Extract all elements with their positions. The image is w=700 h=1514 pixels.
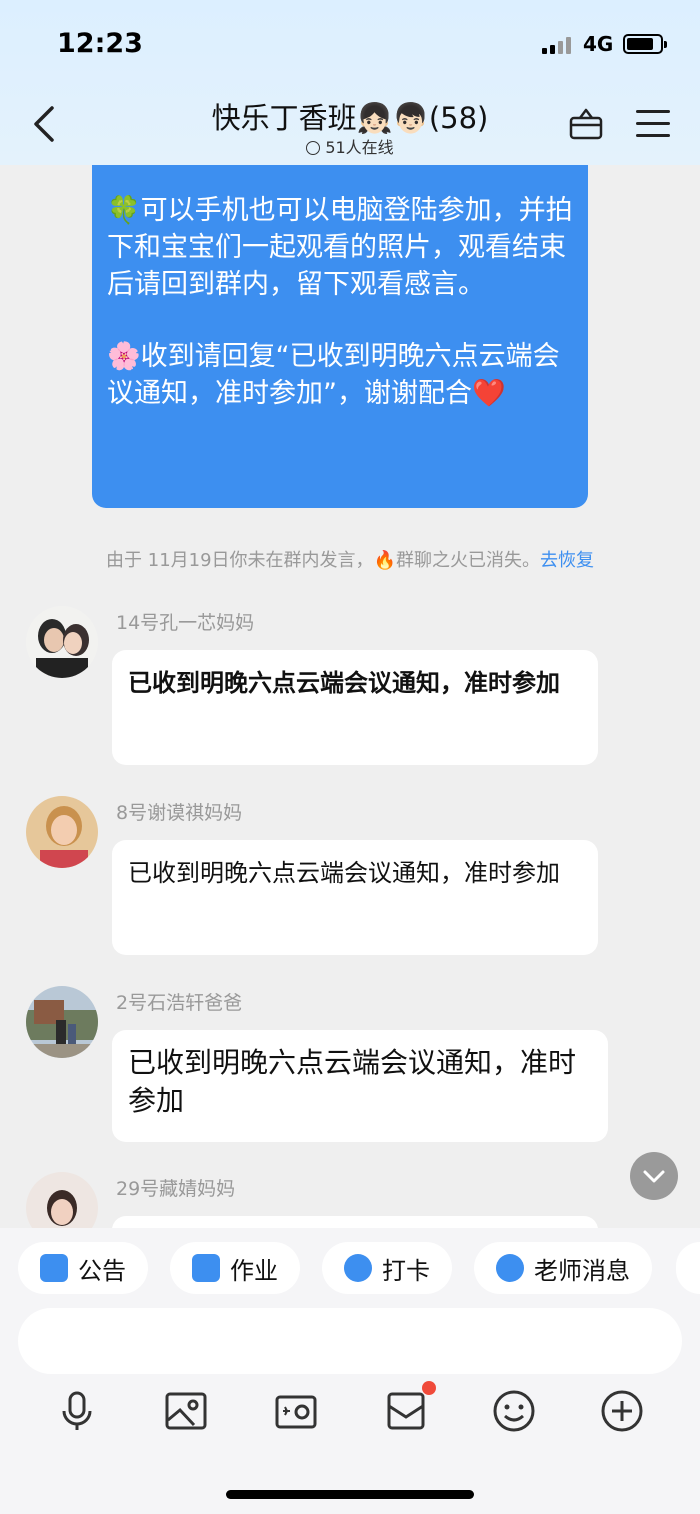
gift-box-icon bbox=[569, 108, 603, 140]
notification-dot bbox=[422, 1381, 436, 1395]
battery-icon bbox=[623, 34, 667, 54]
online-label: 51人在线 bbox=[325, 138, 394, 157]
quick-action-checkin[interactable]: 打卡 bbox=[322, 1242, 452, 1294]
message-bubble[interactable]: 已收到明晚六点云端会议通知，准时参加 bbox=[112, 840, 598, 955]
announcement-bubble[interactable]: 🍀可以手机也可以电脑登陆参加，并拍下和宝宝们一起观看的照片，观看结束后请回到群内… bbox=[92, 140, 588, 508]
quick-action-announcement[interactable]: 公告 bbox=[18, 1242, 148, 1294]
status-time: 12:23 bbox=[57, 28, 143, 59]
menu-button[interactable] bbox=[636, 110, 670, 138]
system-message: 由于 11月19日你未在群内发言，🔥群聊之火已消失。去恢复 bbox=[0, 546, 700, 572]
header: 12:23 4G 快乐丁香班👧🏻👦🏻(58) 51人在线 bbox=[0, 0, 700, 165]
avatar[interactable] bbox=[26, 606, 98, 678]
sender-name: 2号石浩轩爸爸 bbox=[116, 992, 243, 1014]
quick-action-label: 老师消息 bbox=[534, 1256, 630, 1285]
message-input[interactable] bbox=[18, 1308, 682, 1374]
homework-icon bbox=[192, 1254, 220, 1282]
microphone-icon bbox=[62, 1391, 92, 1430]
quick-action-teacher-message[interactable]: 老师消息 bbox=[474, 1242, 652, 1294]
announcement-paragraph-2: 🌸收到请回复“已收到明晚六点云端会议通知，准时参加”，谢谢配合❤️ bbox=[107, 341, 560, 409]
avatar[interactable] bbox=[26, 796, 98, 868]
quick-action-homework[interactable]: 作业 bbox=[170, 1242, 300, 1294]
message-bubble[interactable]: 已收到明晚六点云端会议通知，准时参加 bbox=[112, 650, 598, 765]
emoji-icon bbox=[493, 1390, 535, 1432]
announcement-paragraph-1: 🍀可以手机也可以电脑登陆参加，并拍下和宝宝们一起观看的照片，观看结束后请回到群内… bbox=[107, 195, 573, 300]
home-indicator[interactable] bbox=[226, 1490, 474, 1499]
teacher-icon bbox=[496, 1254, 524, 1282]
announcement-icon bbox=[40, 1254, 68, 1282]
signal-icon bbox=[542, 36, 574, 54]
message-bubble[interactable]: 已收到明晚六点云端会议通知，准时参加 bbox=[112, 1030, 608, 1142]
image-icon bbox=[165, 1392, 207, 1430]
system-message-text: 由于 11月19日你未在群内发言，🔥群聊之火已消失。 bbox=[106, 550, 540, 571]
microphone-button[interactable] bbox=[55, 1389, 99, 1433]
camera-button[interactable] bbox=[274, 1389, 318, 1433]
checkin-icon bbox=[344, 1254, 372, 1282]
sender-name: 8号谢谟祺妈妈 bbox=[116, 802, 243, 824]
quick-action-label: 公告 bbox=[78, 1256, 126, 1285]
plus-button[interactable] bbox=[600, 1389, 644, 1433]
restore-link[interactable]: 去恢复 bbox=[540, 550, 594, 571]
online-status-icon bbox=[306, 141, 321, 155]
sender-name: 14号孔一芯妈妈 bbox=[116, 612, 255, 634]
sender-name: 29号藏婧妈妈 bbox=[116, 1178, 236, 1200]
avatar[interactable] bbox=[26, 986, 98, 1058]
envelope-button[interactable] bbox=[384, 1381, 436, 1433]
quick-action-label: 作业 bbox=[230, 1256, 278, 1285]
network-type: 4G bbox=[583, 32, 614, 56]
scroll-down-button[interactable] bbox=[630, 1152, 678, 1200]
camera-icon bbox=[275, 1395, 317, 1429]
chevron-down-icon bbox=[643, 1170, 665, 1183]
image-button[interactable] bbox=[164, 1389, 208, 1433]
plus-icon bbox=[601, 1390, 643, 1432]
emoji-button[interactable] bbox=[492, 1389, 536, 1433]
quick-action-label: 打卡 bbox=[382, 1256, 430, 1285]
envelope-icon bbox=[387, 1392, 425, 1430]
gift-button[interactable] bbox=[568, 105, 604, 141]
